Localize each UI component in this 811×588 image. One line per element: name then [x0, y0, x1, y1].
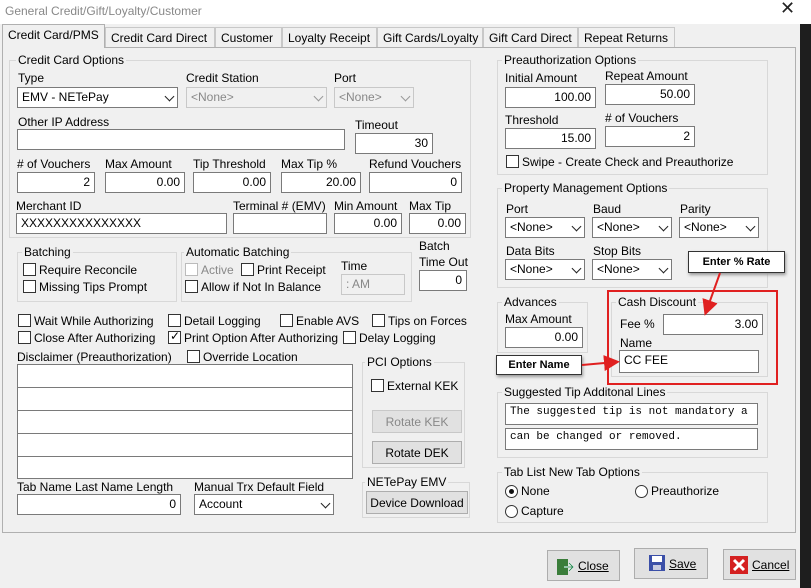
radio-capture[interactable]	[505, 505, 518, 518]
arrow-to-fee	[702, 272, 721, 316]
close-button-label: Close	[578, 559, 609, 573]
close-button[interactable]: Close	[547, 550, 620, 581]
tab-credit-card-pms[interactable]: Credit Card/PMS	[2, 24, 105, 48]
background-window-edge	[800, 24, 811, 588]
cancel-button[interactable]: Cancel	[723, 549, 796, 580]
radio-none[interactable]	[505, 485, 518, 498]
group-title: Suggested Tip Additonal Lines	[502, 385, 668, 399]
group-title: Tab List New Tab Options	[502, 465, 642, 479]
door-exit-icon	[557, 559, 574, 575]
cancel-x-icon	[730, 556, 748, 574]
floppy-disk-icon	[649, 555, 665, 571]
save-button[interactable]: Save	[634, 548, 708, 579]
radio-capture-label: Capture	[521, 504, 564, 518]
radio-preauthorize[interactable]	[635, 485, 648, 498]
arrow-to-name	[581, 355, 620, 372]
cancel-button-label: Cancel	[752, 558, 790, 572]
radio-none-label: None	[521, 484, 550, 498]
save-button-label: Save	[669, 557, 697, 571]
suggested-line-2-input[interactable]: can be changed or removed.	[505, 428, 758, 450]
radio-preauthorize-label: Preauthorize	[651, 484, 720, 498]
suggested-line-1-input[interactable]: The suggested tip is not mandatory a	[505, 403, 758, 425]
